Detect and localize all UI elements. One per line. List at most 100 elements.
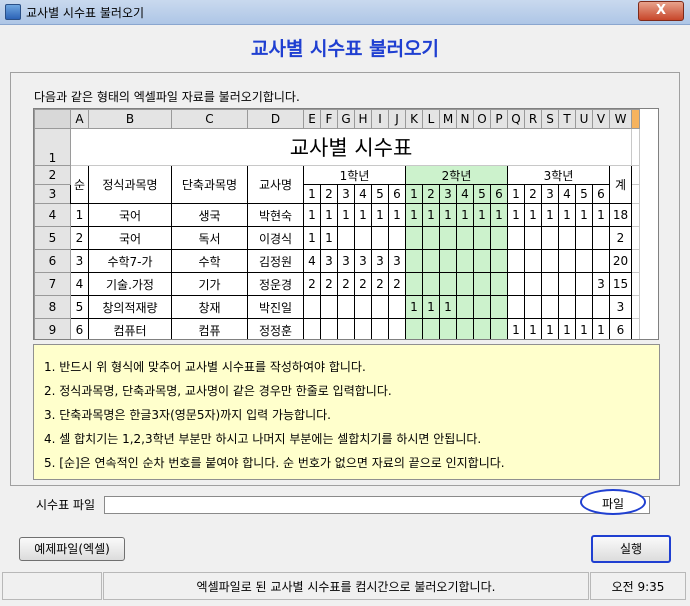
cell-period	[507, 249, 525, 273]
row-header: 9	[34, 318, 71, 339]
period-header: 2	[320, 184, 338, 204]
cell-no: 6	[70, 318, 89, 339]
window-title: 교사별 시수표 불러오기	[26, 6, 145, 20]
intro-text: 다음과 같은 형태의 엑셀파일 자료를 불러오기합니다.	[34, 90, 300, 104]
status-message: 엑셀파일로 된 교사별 시수표를 컴시간으로 불러오기합니다.	[103, 572, 589, 600]
instruction-line: 1. 반드시 위 형식에 맞추어 교사별 시수표를 작성하여야 합니다.	[44, 360, 366, 374]
cell-period	[541, 226, 559, 250]
sheet-table: A B C D E F G H I J K L M N O P Q R S T …	[34, 109, 640, 339]
header-short-name: 단축과목명	[171, 165, 248, 204]
cell-period: 2	[337, 272, 355, 296]
cell-period	[575, 226, 593, 250]
cell-period	[405, 272, 423, 296]
cell-period	[371, 226, 389, 250]
row-header: 8	[34, 295, 71, 319]
column-header: R	[524, 109, 542, 129]
column-header: C	[171, 109, 248, 129]
instructions-panel: 1. 반드시 위 형식에 맞추어 교사별 시수표를 작성하여야 합니다. 2. …	[33, 344, 660, 480]
cell-period	[439, 318, 457, 339]
cell-period	[490, 295, 508, 319]
cell-period: 1	[592, 318, 610, 339]
cell-period	[473, 295, 491, 319]
instruction-line: 2. 정식과목명, 단축과목명, 교사명이 같은 경우만 한줄로 입력합니다.	[44, 384, 392, 398]
period-header: 3	[541, 184, 559, 204]
cell-period: 1	[490, 203, 508, 227]
cell-period: 3	[371, 249, 389, 273]
sheet-edge	[631, 165, 640, 185]
sample-file-button[interactable]: 예제파일(엑셀)	[19, 537, 125, 561]
cell-period: 2	[388, 272, 406, 296]
cell-total: 18	[609, 203, 632, 227]
status-time: 오전 9:35	[590, 572, 686, 600]
instruction-line: 4. 셀 합치기는 1,2,3학년 부분만 하시고 나머지 부분에는 셀합치기를…	[44, 432, 482, 446]
cell-period	[541, 295, 559, 319]
row-header: 5	[34, 226, 71, 250]
cell-period	[507, 295, 525, 319]
sheet-edge	[631, 272, 640, 296]
cell-teacher: 이경식	[247, 226, 304, 250]
cell-period	[524, 295, 542, 319]
cell-full-name: 기술.가정	[88, 272, 172, 296]
cell-period: 1	[405, 295, 423, 319]
sheet-title: 교사별 시수표	[70, 128, 632, 166]
header-full-name: 정식과목명	[88, 165, 172, 204]
cell-period: 1	[439, 295, 457, 319]
file-label: 시수표 파일	[36, 498, 96, 512]
period-header: 6	[490, 184, 508, 204]
cell-period	[524, 226, 542, 250]
column-header: V	[592, 109, 610, 129]
period-header: 6	[592, 184, 610, 204]
file-path-input[interactable]	[104, 496, 650, 514]
cell-total: 3	[609, 295, 632, 319]
column-header: K	[405, 109, 423, 129]
column-header: U	[575, 109, 593, 129]
column-header: S	[541, 109, 559, 129]
cell-period: 2	[354, 272, 372, 296]
cell-period	[490, 318, 508, 339]
cell-period	[558, 226, 576, 250]
cell-period: 1	[303, 226, 321, 250]
column-header: Q	[507, 109, 525, 129]
cell-period	[456, 226, 474, 250]
grade-header: 1학년	[303, 165, 406, 185]
app-icon	[5, 4, 21, 20]
cell-total: 2	[609, 226, 632, 250]
cell-period: 1	[303, 203, 321, 227]
row-header: 2	[34, 165, 71, 185]
cell-no: 5	[70, 295, 89, 319]
column-header: I	[371, 109, 389, 129]
cell-period	[473, 272, 491, 296]
cell-period	[337, 226, 355, 250]
column-header: A	[70, 109, 89, 129]
cell-period	[558, 295, 576, 319]
cell-period: 1	[388, 203, 406, 227]
cell-period	[541, 249, 559, 273]
cell-period	[371, 318, 389, 339]
cell-period: 1	[405, 203, 423, 227]
spreadsheet-preview: A B C D E F G H I J K L M N O P Q R S T …	[33, 108, 659, 340]
cell-period	[490, 272, 508, 296]
file-browse-button[interactable]: 파일	[580, 489, 646, 515]
cell-period	[592, 249, 610, 273]
cell-period: 1	[524, 203, 542, 227]
cell-period: 1	[371, 203, 389, 227]
cell-full-name: 국어	[88, 203, 172, 227]
column-header: F	[320, 109, 338, 129]
cell-period	[422, 318, 440, 339]
period-header: 2	[422, 184, 440, 204]
cell-period: 1	[541, 203, 559, 227]
cell-full-name: 창의적재량	[88, 295, 172, 319]
cell-period	[439, 226, 457, 250]
period-header: 1	[405, 184, 423, 204]
header-teacher: 교사명	[247, 165, 304, 204]
sheet-edge	[631, 295, 640, 319]
run-button[interactable]: 실행	[591, 535, 671, 563]
cell-period	[575, 249, 593, 273]
sheet-edge	[631, 318, 640, 339]
cell-period	[405, 226, 423, 250]
close-button[interactable]: X	[638, 1, 684, 21]
cell-period: 1	[354, 203, 372, 227]
cell-period	[456, 318, 474, 339]
cell-period	[456, 295, 474, 319]
cell-period	[439, 272, 457, 296]
